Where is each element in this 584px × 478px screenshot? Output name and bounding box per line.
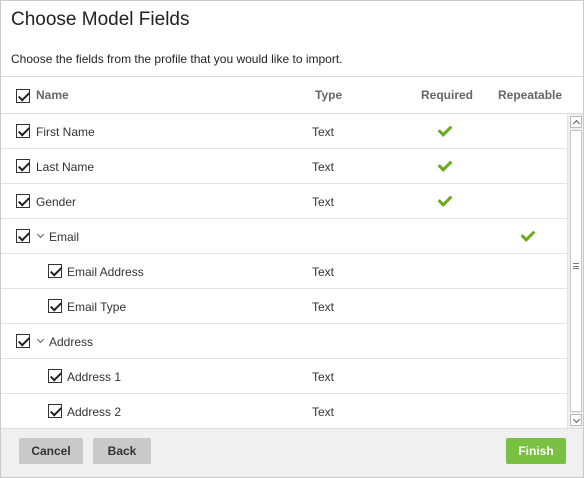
table-row[interactable]: Address 1 Text	[1, 359, 567, 394]
field-name: Email Type	[67, 300, 127, 314]
row-checkbox[interactable]	[48, 299, 62, 313]
field-name: Last Name	[36, 160, 95, 174]
row-checkbox[interactable]	[16, 194, 30, 208]
required-checkmark-icon	[436, 159, 452, 173]
chevron-down-icon[interactable]	[37, 230, 47, 242]
dialog-footer: Cancel Back Finish	[1, 428, 583, 477]
field-name: Gender	[36, 195, 77, 209]
row-checkbox[interactable]	[48, 369, 62, 383]
table-row[interactable]: Last Name Text	[1, 149, 567, 184]
table-header: Name Type Required Repeatable	[1, 76, 583, 114]
row-checkbox[interactable]	[16, 159, 30, 173]
field-type: Text	[312, 160, 335, 174]
field-type: Text	[312, 370, 335, 384]
row-checkbox[interactable]	[16, 334, 30, 348]
required-checkmark-icon	[436, 124, 452, 138]
table-row[interactable]: Gender Text	[1, 184, 567, 219]
vertical-scrollbar[interactable]	[567, 114, 583, 428]
field-name: Email	[49, 230, 80, 244]
fields-table-body: First Name Text Last Name Text Gender Text Ema…	[1, 114, 567, 428]
field-type: Text	[312, 265, 335, 279]
repeatable-checkmark-icon	[519, 229, 535, 243]
table-row[interactable]: Address 2 Text	[1, 394, 567, 428]
scrollbar-thumb[interactable]	[570, 130, 582, 412]
row-checkbox[interactable]	[48, 404, 62, 418]
dialog-subtitle: Choose the fields from the profile that …	[11, 52, 343, 66]
row-checkbox[interactable]	[48, 264, 62, 278]
column-header-name[interactable]: Name	[36, 88, 69, 102]
scroll-up-arrow-icon[interactable]	[570, 116, 582, 128]
back-button[interactable]: Back	[93, 438, 151, 464]
field-name: First Name	[36, 125, 95, 139]
field-type: Text	[312, 125, 335, 139]
column-header-type: Type	[315, 88, 343, 102]
chevron-down-icon[interactable]	[37, 335, 47, 347]
choose-model-fields-dialog: Choose Model Fields Choose the fields fr…	[0, 0, 584, 478]
row-checkbox[interactable]	[16, 124, 30, 138]
field-name: Address	[49, 335, 94, 349]
field-type: Text	[312, 405, 335, 419]
dialog-title: Choose Model Fields	[11, 9, 190, 30]
finish-button[interactable]: Finish	[506, 438, 566, 464]
table-row[interactable]: Address	[1, 324, 567, 359]
cancel-button[interactable]: Cancel	[19, 438, 83, 464]
table-row[interactable]: Email Type Text	[1, 289, 567, 324]
field-name: Email Address	[67, 265, 144, 279]
column-header-required: Required	[421, 88, 474, 102]
required-checkmark-icon	[436, 194, 452, 208]
row-checkbox[interactable]	[16, 229, 30, 243]
table-row[interactable]: First Name Text	[1, 114, 567, 149]
column-header-repeatable: Repeatable	[498, 88, 563, 102]
scroll-down-arrow-icon[interactable]	[570, 414, 582, 426]
field-name: Address 1	[67, 370, 122, 384]
table-row[interactable]: Email Address Text	[1, 254, 567, 289]
grip-icon	[573, 263, 579, 269]
table-row[interactable]: Email	[1, 219, 567, 254]
field-type: Text	[312, 195, 335, 209]
field-type: Text	[312, 300, 335, 314]
select-all-checkbox[interactable]	[16, 89, 30, 103]
field-name: Address 2	[67, 405, 122, 419]
